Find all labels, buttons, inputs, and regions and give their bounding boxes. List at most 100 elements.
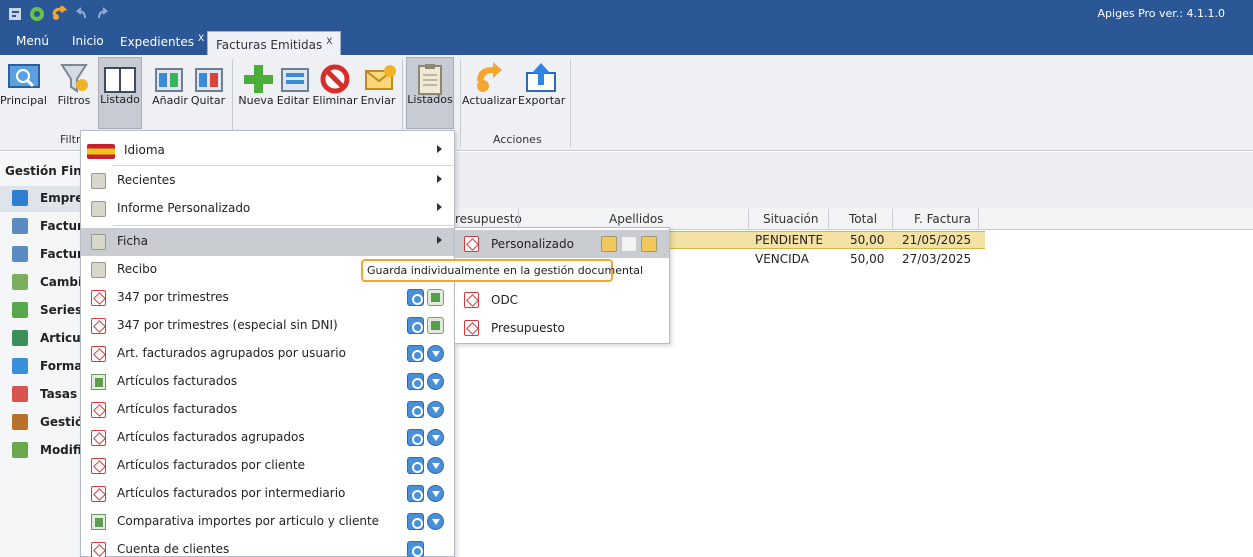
refresh-icon[interactable] [28, 5, 46, 23]
save-document-icon[interactable] [407, 429, 424, 446]
save-document-icon[interactable] [407, 541, 424, 557]
app-logo-icon[interactable] [6, 5, 24, 23]
sidebar-item-series[interactable]: Series [0, 298, 80, 324]
menu-item-idioma[interactable]: Idioma [81, 137, 454, 165]
enviar-button[interactable]: Enviar [360, 57, 396, 129]
listados-button[interactable]: Listados [406, 57, 454, 129]
save-document-icon[interactable] [407, 457, 424, 474]
column-separator [892, 209, 893, 229]
excel-icon[interactable] [427, 317, 444, 334]
menu-item-ficha[interactable]: Ficha [81, 228, 454, 256]
eliminar-button[interactable]: Eliminar [312, 57, 358, 129]
sidebar-item-cambio[interactable]: Cambio [0, 270, 80, 296]
download-icon[interactable] [427, 429, 444, 446]
sidebar-item-tasas[interactable]: Tasas [0, 382, 80, 408]
articles-icon [12, 330, 28, 346]
undo-icon[interactable] [50, 5, 68, 23]
download-icon[interactable] [427, 457, 444, 474]
anadir-button[interactable]: Añadir [150, 57, 190, 129]
tab-label: Facturas Emitidas [216, 38, 323, 52]
menu-item-informe-personalizado[interactable]: Informe Personalizado [81, 195, 454, 223]
series-icon [12, 302, 28, 318]
sidebar-item-formas[interactable]: Formas [0, 354, 80, 380]
submenu-arrow-icon [437, 145, 442, 153]
col-total[interactable]: Total [849, 212, 877, 226]
modify-icon [12, 442, 28, 458]
menu-item-articulos-facturados-xls[interactable]: Artículos facturados [81, 368, 454, 396]
cell-fecha: 27/03/2025 [902, 252, 972, 266]
tab-facturas-emitidas[interactable]: Facturas Emitidas X [207, 31, 342, 55]
sidebar-item-empresas[interactable]: Empres [0, 186, 80, 212]
blank-document-icon[interactable] [621, 236, 637, 252]
download-icon[interactable] [427, 373, 444, 390]
col-presupuesto[interactable]: resupuesto [455, 212, 522, 226]
menu-item-347-sin-dni[interactable]: 347 por trimestres (especial sin DNI) [81, 312, 454, 340]
filtros-button[interactable]: Filtros [52, 57, 96, 129]
save-document-icon[interactable] [407, 513, 424, 530]
folder-icon[interactable] [601, 236, 617, 252]
pdf-icon [91, 430, 106, 446]
col-fecha[interactable]: F. Factura [914, 212, 971, 226]
menu-item-art-agrupados-usuario[interactable]: Art. facturados agrupados por usuario [81, 340, 454, 368]
menu-item-347-trimestres[interactable]: 347 por trimestres [81, 284, 454, 312]
submenu-arrow-icon [437, 175, 442, 183]
save-document-icon[interactable] [407, 485, 424, 502]
quitar-button[interactable]: Quitar [190, 57, 226, 129]
sidebar-item-facturas-2[interactable]: Factura [0, 242, 80, 268]
save-document-icon[interactable] [407, 317, 424, 334]
actualizar-button[interactable]: Actualizar [462, 57, 517, 129]
download-icon[interactable] [427, 401, 444, 418]
column-separator [978, 209, 979, 229]
menu-item-articulos-por-intermediario[interactable]: Artículos facturados por intermediario [81, 480, 454, 508]
menu-separator [113, 165, 453, 166]
menu-button[interactable]: Menú [16, 34, 49, 48]
download-icon[interactable] [427, 513, 444, 530]
save-document-icon[interactable] [407, 401, 424, 418]
menu-item-comparativa-importes[interactable]: Comparativa importes por articulo y clie… [81, 508, 454, 536]
plus-icon [238, 59, 278, 99]
sidebar: Gestión Fina Empres Factura Factura Camb… [0, 152, 90, 557]
menu-separator [113, 225, 453, 226]
clipboard-icon [91, 201, 106, 217]
inicio-tab[interactable]: Inicio [72, 34, 104, 48]
menu-item-articulos-facturados-pdf[interactable]: Artículos facturados [81, 396, 454, 424]
folder-icon[interactable] [641, 236, 657, 252]
chart-icon [12, 190, 28, 206]
save-document-icon[interactable] [407, 289, 424, 306]
excel-icon[interactable] [427, 289, 444, 306]
listados-dropdown: Idioma Recientes Informe Personalizado F… [80, 130, 455, 557]
forward-icon[interactable] [94, 5, 112, 23]
col-situacion[interactable]: Situación [763, 212, 819, 226]
download-icon[interactable] [427, 485, 444, 502]
col-apellidos[interactable]: Apellidos [609, 212, 663, 226]
clipboard-icon [91, 234, 106, 250]
principal-button[interactable]: Principal [0, 57, 47, 129]
editar-button[interactable]: Editar [276, 57, 310, 129]
exportar-button[interactable]: Exportar [518, 57, 565, 129]
cell-total: 50,00 [850, 252, 885, 266]
download-icon[interactable] [427, 345, 444, 362]
menu-item-articulos-agrupados[interactable]: Artículos facturados agrupados [81, 424, 454, 452]
nueva-button[interactable]: Nueva [238, 57, 274, 129]
cell-situacion: PENDIENTE [755, 233, 824, 247]
submenu-item-personalizado[interactable]: Personalizado [455, 230, 669, 258]
tab-close-icon[interactable]: X [326, 37, 332, 47]
back-icon[interactable] [72, 5, 90, 23]
sidebar-item-modificar[interactable]: Modific [0, 438, 80, 464]
menu-item-recientes[interactable]: Recientes [81, 167, 454, 195]
sidebar-item-facturas-1[interactable]: Factura [0, 214, 80, 240]
funnel-icon [54, 59, 94, 99]
sidebar-item-articulos[interactable]: Articul [0, 326, 80, 352]
sidebar-item-gestion[interactable]: Gestión [0, 410, 80, 436]
menu-item-cuenta-clientes[interactable]: Cuenta de clientes [81, 536, 454, 557]
listado-button[interactable]: Listado [98, 57, 142, 129]
submenu-item-odc[interactable]: ODC [455, 286, 669, 314]
clipboard-icon [91, 262, 106, 278]
acciones-group-label: Acciones [493, 133, 542, 146]
submenu-item-presupuesto[interactable]: Presupuesto [455, 314, 669, 342]
save-document-icon[interactable] [407, 345, 424, 362]
menu-item-articulos-por-cliente[interactable]: Artículos facturados por cliente [81, 452, 454, 480]
tab-close-icon[interactable]: X [198, 34, 204, 44]
tab-expedientes[interactable]: Expedientes X [120, 34, 204, 49]
save-document-icon[interactable] [407, 373, 424, 390]
